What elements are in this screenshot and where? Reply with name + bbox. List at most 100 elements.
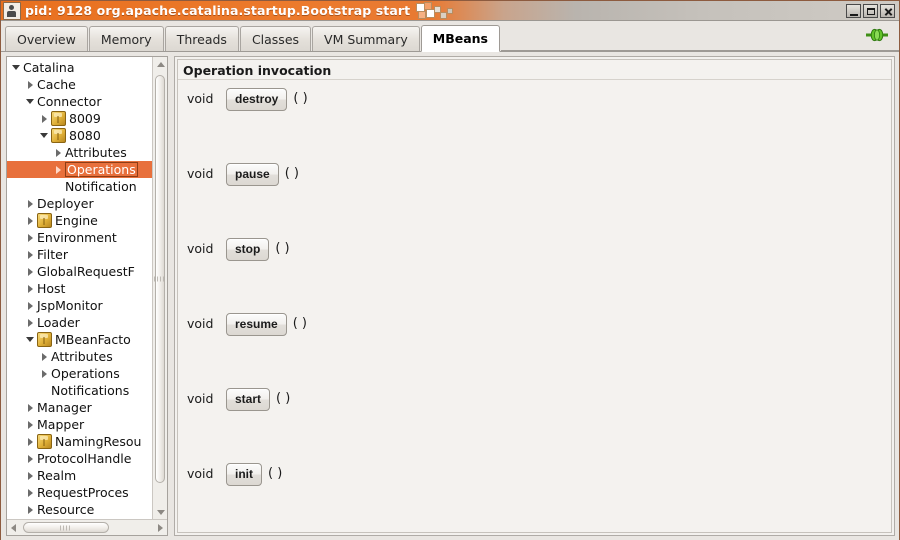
- tab-vm-summary[interactable]: VM Summary: [312, 26, 420, 51]
- minimize-button[interactable]: [846, 3, 861, 18]
- tree-horizontal-scrollbar[interactable]: [7, 519, 167, 535]
- tree-vertical-scrollbar[interactable]: [152, 57, 167, 519]
- tree-node-label: Filter: [37, 247, 68, 262]
- tree-node-catalina[interactable]: Catalina: [7, 59, 152, 76]
- chevron-right-icon[interactable]: [25, 263, 37, 280]
- chevron-right-icon[interactable]: [39, 365, 51, 382]
- tree-node-jspmonitor[interactable]: JspMonitor: [7, 297, 152, 314]
- tab-memory[interactable]: Memory: [88, 26, 164, 51]
- tree-node-realm[interactable]: Realm: [7, 467, 152, 484]
- mbean-tree[interactable]: Catalina Cache Connector 8009 8080 Attributes…: [7, 57, 152, 519]
- tree-node-namingresou[interactable]: NamingResou: [7, 433, 152, 450]
- chevron-right-icon[interactable]: [25, 297, 37, 314]
- scroll-up-arrow-icon[interactable]: [153, 57, 167, 71]
- operation-arguments: ( ): [275, 241, 290, 256]
- tree-node-mbeanfacto[interactable]: MBeanFacto: [7, 331, 152, 348]
- tree-node-8080[interactable]: 8080: [7, 127, 152, 144]
- chevron-right-icon[interactable]: [53, 161, 65, 178]
- operation-arguments: ( ): [292, 316, 307, 331]
- chevron-right-icon[interactable]: [25, 450, 37, 467]
- tree-node-requestproces[interactable]: RequestProces: [7, 484, 152, 501]
- tree-node-deployer[interactable]: Deployer: [7, 195, 152, 212]
- chevron-right-icon[interactable]: [25, 229, 37, 246]
- tree-node-manager[interactable]: Manager: [7, 399, 152, 416]
- tree-node-resource[interactable]: Resource: [7, 501, 152, 518]
- window-controls: [846, 3, 895, 18]
- tree-node-label: Loader: [37, 315, 80, 330]
- tree-node-operations[interactable]: Operations: [7, 161, 152, 178]
- tree-node-mapper[interactable]: Mapper: [7, 416, 152, 433]
- tree-node-notifications[interactable]: Notifications: [7, 382, 152, 399]
- tree-node-label: 8009: [69, 111, 101, 126]
- tab-overview[interactable]: Overview: [5, 26, 88, 51]
- operation-button-resume[interactable]: resume: [226, 313, 287, 336]
- chevron-right-icon[interactable]: [39, 110, 51, 127]
- tree-node-label: ProtocolHandle: [37, 451, 132, 466]
- chevron-right-icon[interactable]: [25, 246, 37, 263]
- chevron-right-icon[interactable]: [25, 195, 37, 212]
- tree-node-label: Attributes: [51, 349, 113, 364]
- tab-classes[interactable]: Classes: [239, 26, 312, 51]
- tree-node-notification[interactable]: Notification: [7, 178, 152, 195]
- chevron-down-icon[interactable]: [25, 331, 37, 348]
- green-plug-connected-icon[interactable]: [865, 27, 889, 43]
- chevron-right-icon[interactable]: [25, 484, 37, 501]
- operation-arguments: ( ): [268, 466, 283, 481]
- tree-node-environment[interactable]: Environment: [7, 229, 152, 246]
- tree-node-label: Environment: [37, 230, 117, 245]
- tab-mbeans[interactable]: MBeans: [420, 25, 500, 52]
- scroll-down-arrow-icon[interactable]: [153, 505, 167, 519]
- scroll-left-arrow-icon[interactable]: [7, 520, 21, 535]
- tree-node-8009[interactable]: 8009: [7, 110, 152, 127]
- operation-button-pause[interactable]: pause: [226, 163, 279, 186]
- operation-return-type: void: [187, 241, 214, 256]
- tree-node-label: 8080: [69, 128, 101, 143]
- tree-node-label: Operations: [51, 366, 120, 381]
- operation-button-stop[interactable]: stop: [226, 238, 270, 261]
- operation-button-start[interactable]: start: [226, 388, 271, 411]
- tree-node-filter[interactable]: Filter: [7, 246, 152, 263]
- tree-node-label: Attributes: [65, 145, 127, 160]
- window-title: pid: 9128 org.apache.catalina.startup.Bo…: [25, 3, 411, 18]
- tree-node-attributes[interactable]: Attributes: [7, 144, 152, 161]
- chevron-right-icon[interactable]: [25, 501, 37, 518]
- operation-invocation-pane: Operation invocation void destroy( ) void p…: [174, 56, 895, 536]
- tab-threads[interactable]: Threads: [164, 26, 239, 51]
- close-button[interactable]: [880, 3, 895, 18]
- chevron-right-icon[interactable]: [25, 314, 37, 331]
- tab-bar: Overview Memory Threads Classes VM Summa…: [1, 21, 899, 52]
- tree-node-loader[interactable]: Loader: [7, 314, 152, 331]
- scroll-right-arrow-icon[interactable]: [153, 520, 167, 535]
- chevron-right-icon[interactable]: [25, 399, 37, 416]
- chevron-right-icon[interactable]: [25, 467, 37, 484]
- operation-button-destroy[interactable]: destroy: [226, 88, 288, 111]
- vertical-scroll-thumb[interactable]: [154, 75, 166, 483]
- chevron-right-icon[interactable]: [53, 144, 65, 161]
- mbean-cube-icon: [37, 332, 52, 347]
- tree-node-cache[interactable]: Cache: [7, 76, 152, 93]
- tree-node-operations[interactable]: Operations: [7, 365, 152, 382]
- horizontal-scroll-thumb[interactable]: [23, 522, 109, 533]
- main-content: Catalina Cache Connector 8009 8080 Attributes…: [1, 52, 899, 540]
- tree-node-label: Operations: [65, 162, 138, 177]
- operation-return-type: void: [187, 466, 214, 481]
- chevron-right-icon[interactable]: [39, 348, 51, 365]
- tree-node-engine[interactable]: Engine: [7, 212, 152, 229]
- chevron-right-icon[interactable]: [25, 416, 37, 433]
- maximize-button[interactable]: [863, 3, 878, 18]
- chevron-right-icon[interactable]: [25, 280, 37, 297]
- tree-node-host[interactable]: Host: [7, 280, 152, 297]
- tree-node-protocolhandle[interactable]: ProtocolHandle: [7, 450, 152, 467]
- tree-node-connector[interactable]: Connector: [7, 93, 152, 110]
- chevron-right-icon[interactable]: [25, 212, 37, 229]
- tree-node-label: Deployer: [37, 196, 94, 211]
- tree-node-label: RequestProces: [37, 485, 129, 500]
- chevron-down-icon[interactable]: [25, 93, 37, 110]
- tree-node-globalrequestf[interactable]: GlobalRequestF: [7, 263, 152, 280]
- chevron-down-icon[interactable]: [11, 59, 23, 76]
- chevron-right-icon[interactable]: [25, 76, 37, 93]
- operation-button-init[interactable]: init: [226, 463, 262, 486]
- tree-node-attributes[interactable]: Attributes: [7, 348, 152, 365]
- chevron-right-icon[interactable]: [25, 433, 37, 450]
- chevron-down-icon[interactable]: [39, 127, 51, 144]
